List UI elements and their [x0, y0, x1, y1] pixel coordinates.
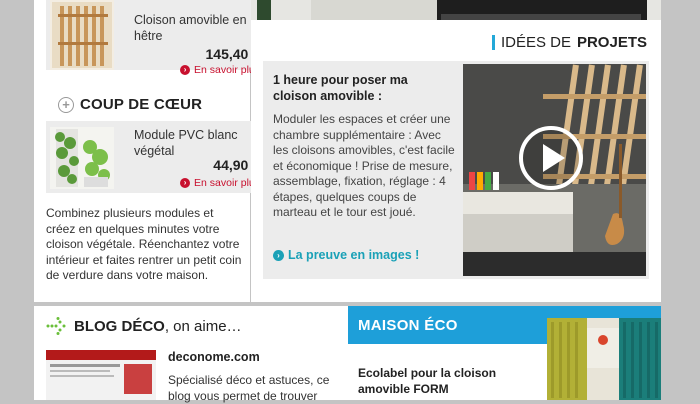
newsletter-frame: Cloison amovible en hêtre 145,40 € › En … — [0, 0, 700, 403]
idees-projets-header: IDÉES DE PROJETS — [491, 34, 647, 51]
blog-site-name[interactable]: deconome.com — [168, 350, 260, 364]
right-column: IDÉES DE PROJETS 1 heure pour poser ma c… — [251, 0, 661, 302]
coup-de-coeur-header: + COUP DE CŒUR — [58, 96, 202, 113]
product-image-cloison[interactable] — [50, 0, 114, 70]
chevron-right-icon: › — [273, 249, 284, 261]
more-link[interactable]: › En savoir plus — [180, 177, 260, 189]
maison-eco-text[interactable]: Ecolabel pour la cloison amovible FORM — [358, 366, 528, 397]
dotted-arrow-icon — [46, 317, 66, 335]
product-card-module[interactable]: Module PVC blanc végétal 44,90 € › En sa… — [46, 121, 273, 193]
maison-eco-section: MAISON ÉCO Ecolabel pour la cloison amov… — [348, 306, 661, 400]
coup-de-coeur-title: COUP DE CŒUR — [80, 96, 203, 113]
product-name: Cloison amovible en hêtre — [134, 13, 247, 43]
idees-title-light: IDÉES DE — [500, 34, 571, 51]
top-banner-image[interactable] — [251, 0, 661, 20]
chevron-right-icon: › — [180, 65, 191, 75]
proof-link-label: La preuve en images ! — [288, 248, 420, 262]
blog-deco-header: BLOG DÉCO, on aime… — [46, 317, 242, 335]
maison-eco-title: MAISON ÉCO — [358, 317, 458, 334]
project-title: 1 heure pour poser ma cloison amovible : — [273, 73, 408, 103]
blog-title-light: , on aime… — [164, 317, 242, 335]
blog-title-bold: BLOG DÉCO — [74, 317, 165, 335]
blog-title: BLOG DÉCO, on aime… — [74, 318, 242, 335]
product-image-module[interactable] — [50, 127, 114, 189]
left-column: Cloison amovible en hêtre 145,40 € › En … — [34, 0, 273, 302]
plus-circle-icon: + — [58, 96, 74, 113]
more-link[interactable]: › En savoir plus — [180, 64, 260, 76]
chevron-right-icon: › — [180, 178, 191, 188]
maison-eco-image[interactable] — [547, 318, 661, 400]
bottom-row: BLOG DÉCO, on aime… deconome.com Spécial… — [34, 306, 661, 403]
product-name: Module PVC blanc végétal — [134, 128, 238, 158]
video-thumbnail[interactable] — [463, 64, 646, 276]
idees-title-bold: PROJETS — [576, 34, 647, 51]
coup-de-coeur-text: Combinez plusieurs modules et créez en q… — [46, 206, 242, 282]
blog-text: Spécialisé déco et astuces, ce blog vous… — [168, 373, 330, 403]
accent-bar — [491, 35, 495, 50]
project-card: 1 heure pour poser ma cloison amovible :… — [263, 61, 649, 279]
blog-thumbnail[interactable] — [46, 350, 156, 400]
product-card-cloison[interactable]: Cloison amovible en hêtre 145,40 € › En … — [46, 0, 273, 76]
project-text: Moduler les espaces et créer une chambre… — [273, 112, 455, 219]
proof-link[interactable]: › La preuve en images ! — [273, 248, 419, 262]
